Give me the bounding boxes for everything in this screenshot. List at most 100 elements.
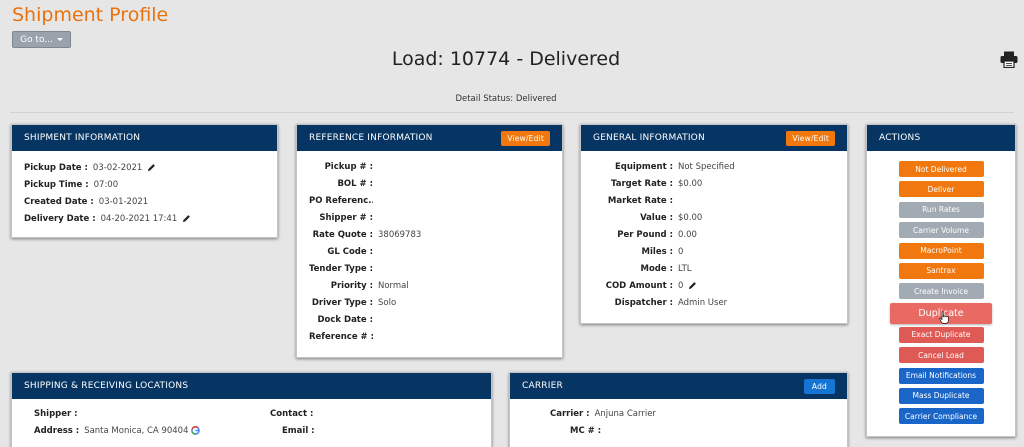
create-invoice-button[interactable]: Create Invoice xyxy=(898,283,984,300)
actions-card: ACTIONS Not Delivered Deliver Run Rates … xyxy=(866,124,1016,437)
google-maps-icon[interactable] xyxy=(191,426,201,435)
reference-view-edit-button[interactable]: View/Edit xyxy=(501,130,550,146)
mode-row: Mode : LTL xyxy=(593,260,835,277)
card-title: REFERENCE INFORMATION xyxy=(309,133,433,143)
actions-header: ACTIONS xyxy=(867,125,1015,151)
email-row: Email : xyxy=(270,422,315,439)
card-title: SHIPPING & RECEIVING LOCATIONS xyxy=(24,381,189,391)
card-title: SHIPMENT INFORMATION xyxy=(24,133,141,143)
card-title: CARRIER xyxy=(522,381,563,391)
exact-duplicate-button[interactable]: Exact Duplicate xyxy=(898,326,984,343)
cancel-load-button[interactable]: Cancel Load xyxy=(898,347,984,364)
field-label: Dispatcher : xyxy=(614,297,673,308)
pencil-icon[interactable] xyxy=(147,163,156,172)
deliver-button[interactable]: Deliver xyxy=(898,181,984,198)
gl-code-row: GL Code : xyxy=(309,243,550,260)
locations-card: SHIPPING & RECEIVING LOCATIONS Shipper :… xyxy=(11,372,492,447)
carrier-volume-button[interactable]: Carrier Volume xyxy=(898,222,984,239)
bol-number-row: BOL # : xyxy=(309,175,550,192)
field-value: 07:00 xyxy=(93,179,119,190)
field-label: Delivery Date : xyxy=(24,213,96,224)
miles-row: Miles : 0 xyxy=(593,243,835,260)
pickup-time-row: Pickup Time : 07:00 xyxy=(24,176,265,193)
duplicate-button[interactable]: Duplicate xyxy=(890,302,992,324)
priority-row: Priority : Normal xyxy=(309,277,550,294)
driver-type-row: Driver Type : Solo xyxy=(309,294,550,311)
carrier-header: CARRIER Add xyxy=(510,373,847,399)
carrier-card: CARRIER Add Carrier : Anjuna Carrier MC … xyxy=(509,372,848,447)
caret-down-icon xyxy=(56,38,63,41)
hand-pointer-icon xyxy=(939,310,949,324)
field-label: Mode : xyxy=(640,263,673,274)
field-label: Address : xyxy=(34,425,80,436)
pickup-date-row: Pickup Date : 03-02-2021 xyxy=(24,159,265,176)
mc-number-row: MC # : xyxy=(550,422,835,439)
pencil-icon[interactable] xyxy=(688,281,697,290)
run-rates-button[interactable]: Run Rates xyxy=(898,201,984,218)
not-delivered-button[interactable]: Not Delivered xyxy=(898,161,984,177)
field-value: 0.00 xyxy=(678,229,697,240)
mass-duplicate-button[interactable]: Mass Duplicate xyxy=(898,387,984,404)
field-label: Value : xyxy=(640,212,673,223)
printer-icon[interactable] xyxy=(1000,51,1018,68)
field-value: 0 xyxy=(678,280,684,291)
field-value: 03-01-2021 xyxy=(98,196,149,207)
field-value: 0 xyxy=(678,246,684,257)
field-value: 03-02-2021 xyxy=(92,162,143,173)
general-view-edit-button[interactable]: View/Edit xyxy=(786,130,835,146)
field-label: Market Rate : xyxy=(607,195,673,206)
goto-dropdown-button[interactable]: Go to... xyxy=(12,31,71,48)
shipper-number-row: Shipper # : xyxy=(309,209,550,226)
detail-status: Detail Status: Delivered xyxy=(455,94,557,104)
field-label: COD Amount : xyxy=(605,280,673,291)
field-label: PO Referenc... xyxy=(309,195,373,206)
macropoint-button[interactable]: MacroPoint xyxy=(898,242,984,259)
carrier-compliance-button[interactable]: Carrier Compliance xyxy=(898,408,984,425)
dock-date-row: Dock Date : xyxy=(309,311,550,328)
field-label: MC # : xyxy=(570,425,602,436)
shipment-information-header: SHIPMENT INFORMATION xyxy=(12,125,277,151)
rate-quote-row: Rate Quote : 38069783 xyxy=(309,226,550,243)
pencil-icon[interactable] xyxy=(182,214,191,223)
field-label: GL Code : xyxy=(327,246,373,257)
field-value: Solo xyxy=(378,297,397,308)
field-label: Rate Quote : xyxy=(312,229,373,240)
santrax-button[interactable]: Santrax xyxy=(898,262,984,279)
field-label: BOL # : xyxy=(337,178,373,189)
field-label: Miles : xyxy=(641,246,673,257)
carrier-row: Carrier : Anjuna Carrier xyxy=(550,405,835,422)
field-value: Anjuna Carrier xyxy=(594,408,656,419)
field-label: Tender Type : xyxy=(309,263,373,274)
field-value: $0.00 xyxy=(678,212,703,223)
general-information-header: GENERAL INFORMATION View/Edit xyxy=(581,125,847,151)
pickup-number-row: Pickup # : xyxy=(309,158,550,175)
field-label: Driver Type : xyxy=(311,297,373,308)
tender-type-row: Tender Type : xyxy=(309,260,550,277)
field-label: Pickup Date : xyxy=(24,162,88,173)
field-label: Email : xyxy=(282,425,315,436)
field-label: Pickup # : xyxy=(324,161,373,172)
page-title: Shipment Profile xyxy=(12,4,169,26)
field-value: $0.00 xyxy=(678,178,703,189)
add-carrier-button[interactable]: Add xyxy=(803,378,835,394)
shipment-information-card: SHIPMENT INFORMATION Pickup Date : 03-02… xyxy=(11,124,278,238)
field-label: Contact : xyxy=(270,408,314,419)
locations-header: SHIPPING & RECEIVING LOCATIONS xyxy=(12,373,491,399)
field-label: Equipment : xyxy=(614,161,673,172)
shipper-row: Shipper : xyxy=(34,405,479,422)
field-label: Reference # : xyxy=(309,331,373,342)
field-value: Normal xyxy=(378,280,409,291)
created-date-row: Created Date : 03-01-2021 xyxy=(24,193,265,210)
target-rate-row: Target Rate : $0.00 xyxy=(593,175,835,192)
dispatcher-row: Dispatcher : Admin User xyxy=(593,294,835,311)
card-title: GENERAL INFORMATION xyxy=(593,133,705,143)
email-notifications-button[interactable]: Email Notifications xyxy=(898,367,984,384)
contact-row: Contact : xyxy=(270,405,315,422)
delivery-date-row: Delivery Date : 04-20-2021 17:41 xyxy=(24,210,265,227)
field-label: Shipper : xyxy=(34,408,78,419)
per-pound-row: Per Pound : 0.00 xyxy=(593,226,835,243)
field-value: 38069783 xyxy=(378,229,422,240)
field-label: Per Pound : xyxy=(617,229,673,240)
reference-information-header: REFERENCE INFORMATION View/Edit xyxy=(297,125,562,151)
field-label: Carrier : xyxy=(550,408,590,419)
